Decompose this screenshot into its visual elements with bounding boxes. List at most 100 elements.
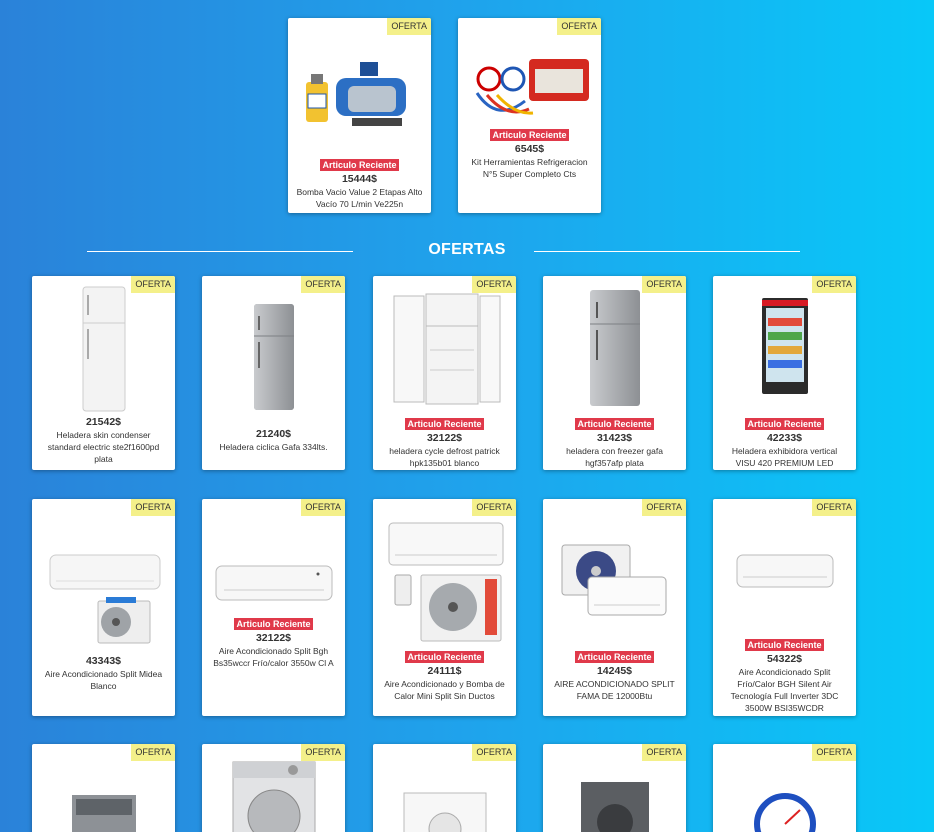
divider-right	[534, 251, 800, 252]
washer-front-icon	[403, 792, 486, 832]
split-ac-icon	[561, 544, 666, 616]
product-name[interactable]: heladera cycle defrost patrick hpk135b01…	[381, 445, 508, 469]
product-price: 21240$	[255, 428, 292, 440]
product-image[interactable]	[713, 788, 856, 832]
recent-badge: Articulo Reciente	[320, 159, 399, 171]
product-name[interactable]: heladera con freezer gafa hgf357afp plat…	[551, 445, 678, 469]
product-card[interactable]: OFERTA 21542$ Heladera skin condenser st…	[32, 276, 175, 470]
recent-badge: Articulo Reciente	[575, 651, 654, 663]
product-card[interactable]: OFERTA Articulo Reciente 32122$ Aire Aco…	[202, 499, 345, 716]
product-image[interactable]	[32, 284, 175, 414]
product-price: 32122$	[255, 632, 292, 644]
product-card[interactable]: OFERTA	[32, 744, 175, 832]
product-price: 15444$	[341, 173, 378, 185]
product-card[interactable]: OFERTA Articulo Reciente 15444$ Bomba Va…	[288, 18, 431, 213]
product-card[interactable]: OFERTA Articulo Reciente 32122$ heladera…	[373, 276, 516, 470]
product-price: 43343$	[85, 655, 122, 667]
product-image[interactable]	[32, 547, 175, 647]
display-fridge-icon	[761, 298, 808, 394]
gauge-icon	[753, 793, 816, 832]
product-name[interactable]: Heladera ciclica Gafa 334lts.	[210, 441, 337, 453]
product-card[interactable]: OFERTA Articulo Reciente 54322$ Aire Aco…	[713, 499, 856, 716]
offer-badge: OFERTA	[557, 18, 601, 35]
offer-badge: OFERTA	[472, 499, 516, 516]
product-image[interactable]	[458, 38, 601, 138]
product-card[interactable]: OFERTA Articulo Reciente 42233$ Heladera…	[713, 276, 856, 470]
recent-badge: Articulo Reciente	[405, 651, 484, 663]
offer-badge: OFERTA	[812, 499, 856, 516]
fridge-silver-icon	[253, 304, 294, 410]
product-name[interactable]: Heladera skin condenser standard electri…	[40, 429, 167, 465]
offer-badge: OFERTA	[301, 499, 345, 516]
product-name[interactable]: Aire Acondicionado Split Frío/Calor BGH …	[721, 666, 848, 714]
product-card[interactable]: OFERTA Articulo Reciente 24111$ Aire Aco…	[373, 499, 516, 716]
product-image[interactable]	[288, 38, 431, 150]
offer-badge: OFERTA	[301, 744, 345, 761]
product-card[interactable]: OFERTA	[713, 744, 856, 832]
product-price: 32122$	[426, 432, 463, 444]
product-price: 21542$	[85, 416, 122, 428]
offer-badge: OFERTA	[131, 499, 175, 516]
product-price: 14245$	[596, 665, 633, 677]
product-image[interactable]	[543, 539, 686, 623]
offer-badge: OFERTA	[642, 499, 686, 516]
product-image[interactable]	[713, 294, 856, 398]
product-price: 24111$	[427, 665, 462, 677]
washer-front-icon	[232, 761, 315, 832]
recent-badge: Articulo Reciente	[234, 618, 313, 630]
product-card[interactable]: OFERTA Articulo Reciente 6545$ Kit Herra…	[458, 18, 601, 213]
product-name[interactable]: Aire Acondicionado y Bomba de Calor Mini…	[381, 678, 508, 702]
product-card[interactable]: OFERTA	[543, 744, 686, 832]
product-image[interactable]	[373, 288, 516, 410]
fridge-silver-icon	[589, 290, 640, 406]
section-title: OFERTAS	[428, 241, 506, 258]
product-image[interactable]	[713, 547, 856, 595]
washer-dark-icon	[580, 782, 649, 832]
product-price: 42233$	[766, 432, 803, 444]
split-indoor-icon	[736, 554, 833, 588]
product-name[interactable]: Bomba Vacio Value 2 Etapas Alto Vacío 70…	[296, 186, 423, 210]
product-image[interactable]	[202, 298, 345, 416]
product-name[interactable]: Aire Acondicionado Split Midea Blanco	[40, 668, 167, 692]
product-image[interactable]	[373, 784, 516, 832]
product-name[interactable]: Heladera exhibidora vertical VISU 420 PR…	[721, 445, 848, 469]
offer-badge: OFERTA	[387, 18, 431, 35]
product-image[interactable]	[202, 553, 345, 613]
product-image[interactable]	[32, 784, 175, 832]
recent-badge: Articulo Reciente	[745, 639, 824, 651]
recent-badge: Articulo Reciente	[745, 418, 824, 430]
recent-badge: Articulo Reciente	[490, 129, 569, 141]
offer-badge: OFERTA	[812, 276, 856, 293]
product-card[interactable]: OFERTA Articulo Reciente 14245$ AIRE ACO…	[543, 499, 686, 716]
product-image[interactable]	[543, 778, 686, 832]
product-card[interactable]: OFERTA 43343$ Aire Acondicionado Split M…	[32, 499, 175, 716]
product-image[interactable]	[202, 760, 345, 832]
product-name[interactable]: AIRE ACONDICIONADO SPLIT FAMA DE 12000Bt…	[551, 678, 678, 702]
washer-top-icon	[71, 795, 136, 832]
split-ac-icon	[388, 522, 503, 642]
product-name[interactable]: Kit Herramientas Refrigeracion N°5 Super…	[466, 156, 593, 180]
fridge-white-icon	[82, 286, 125, 412]
recent-badge: Articulo Reciente	[575, 418, 654, 430]
product-card[interactable]: OFERTA	[373, 744, 516, 832]
offer-badge: OFERTA	[472, 744, 516, 761]
offer-badge: OFERTA	[812, 744, 856, 761]
offer-badge: OFERTA	[642, 744, 686, 761]
tool-kit-icon	[475, 59, 589, 115]
vacuum-pump-icon	[305, 62, 406, 126]
product-card[interactable]: OFERTA Articulo Reciente 31423$ heladera…	[543, 276, 686, 470]
product-name[interactable]: Aire Acondicionado Split Bgh Bs35wccr Fr…	[210, 645, 337, 669]
product-card[interactable]: OFERTA	[202, 744, 345, 832]
split-ac-icon	[49, 554, 160, 644]
split-indoor-icon	[215, 565, 332, 601]
product-image[interactable]	[373, 519, 516, 645]
product-price: 6545$	[514, 143, 545, 155]
offer-badge: OFERTA	[131, 744, 175, 761]
fridge-open-icon	[393, 293, 500, 405]
product-image[interactable]	[543, 286, 686, 410]
product-price: 31423$	[596, 432, 633, 444]
product-card[interactable]: OFERTA 21240$ Heladera ciclica Gafa 334l…	[202, 276, 345, 470]
offer-badge: OFERTA	[301, 276, 345, 293]
product-price: 54322$	[766, 653, 803, 665]
recent-badge: Articulo Reciente	[405, 418, 484, 430]
